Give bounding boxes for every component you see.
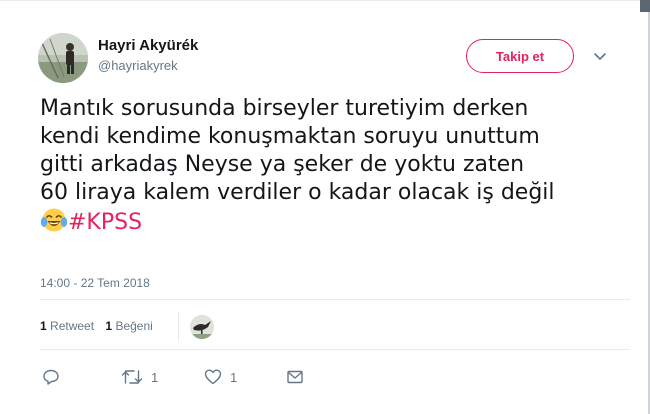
retweet-stat-label: Retweet: [50, 319, 95, 333]
top-border: [0, 0, 650, 1]
envelope-icon: [287, 370, 303, 384]
direct-message-button[interactable]: [286, 367, 304, 387]
like-stat-count: 1: [105, 319, 113, 333]
retweet-button[interactable]: 1: [121, 367, 158, 387]
window-corner: [640, 0, 650, 12]
tweet-line: kendi kendime konuşmaktan soruyu unuttum: [40, 124, 540, 149]
author-handle[interactable]: @hayriakyrek: [98, 58, 178, 73]
heart-icon: [204, 369, 222, 385]
author-avatar[interactable]: [38, 33, 88, 83]
tweet-line: Mantık sorusunda birseyler turetiyim der…: [40, 96, 529, 121]
more-options-chevron-down-icon[interactable]: [592, 48, 608, 64]
divider: [40, 349, 630, 350]
stats-separator: [178, 312, 179, 342]
tweet-text: Mantık sorusunda birseyler turetiyim der…: [40, 95, 630, 237]
like-count: 1: [230, 369, 238, 385]
tweet-timestamp[interactable]: 14:00 - 22 Tem 2018: [40, 276, 150, 290]
liker-photo-icon: [190, 315, 214, 339]
retweet-icon: [121, 370, 143, 384]
tweet-line: #KPSS: [40, 207, 630, 237]
reply-button[interactable]: [42, 367, 60, 387]
author-name[interactable]: Hayri Akyürék: [98, 37, 198, 54]
like-stat-label: Beğeni: [115, 319, 153, 333]
face-with-tears-of-joy-icon: [40, 207, 68, 233]
retweet-stat-count: 1: [40, 319, 47, 333]
tweet-line: gitti arkadaş Neyse ya şeker de yoktu za…: [40, 152, 525, 177]
tweet-line: 60 liraya kalem verdiler o kadar olacak …: [40, 180, 555, 205]
follow-button[interactable]: Takip et: [466, 39, 574, 73]
reply-icon: [43, 369, 59, 385]
divider: [40, 299, 630, 300]
user-photo-icon: [38, 33, 88, 83]
retweet-stat[interactable]: 1 Retweet: [40, 319, 94, 333]
engagement-stats: 1 Retweet 1 Beğeni: [40, 319, 161, 333]
like-stat[interactable]: 1 Beğeni: [105, 319, 152, 333]
retweet-count: 1: [151, 369, 159, 385]
liker-avatar[interactable]: [190, 315, 214, 339]
hashtag-link[interactable]: #KPSS: [68, 210, 142, 235]
like-button[interactable]: 1: [204, 367, 237, 387]
